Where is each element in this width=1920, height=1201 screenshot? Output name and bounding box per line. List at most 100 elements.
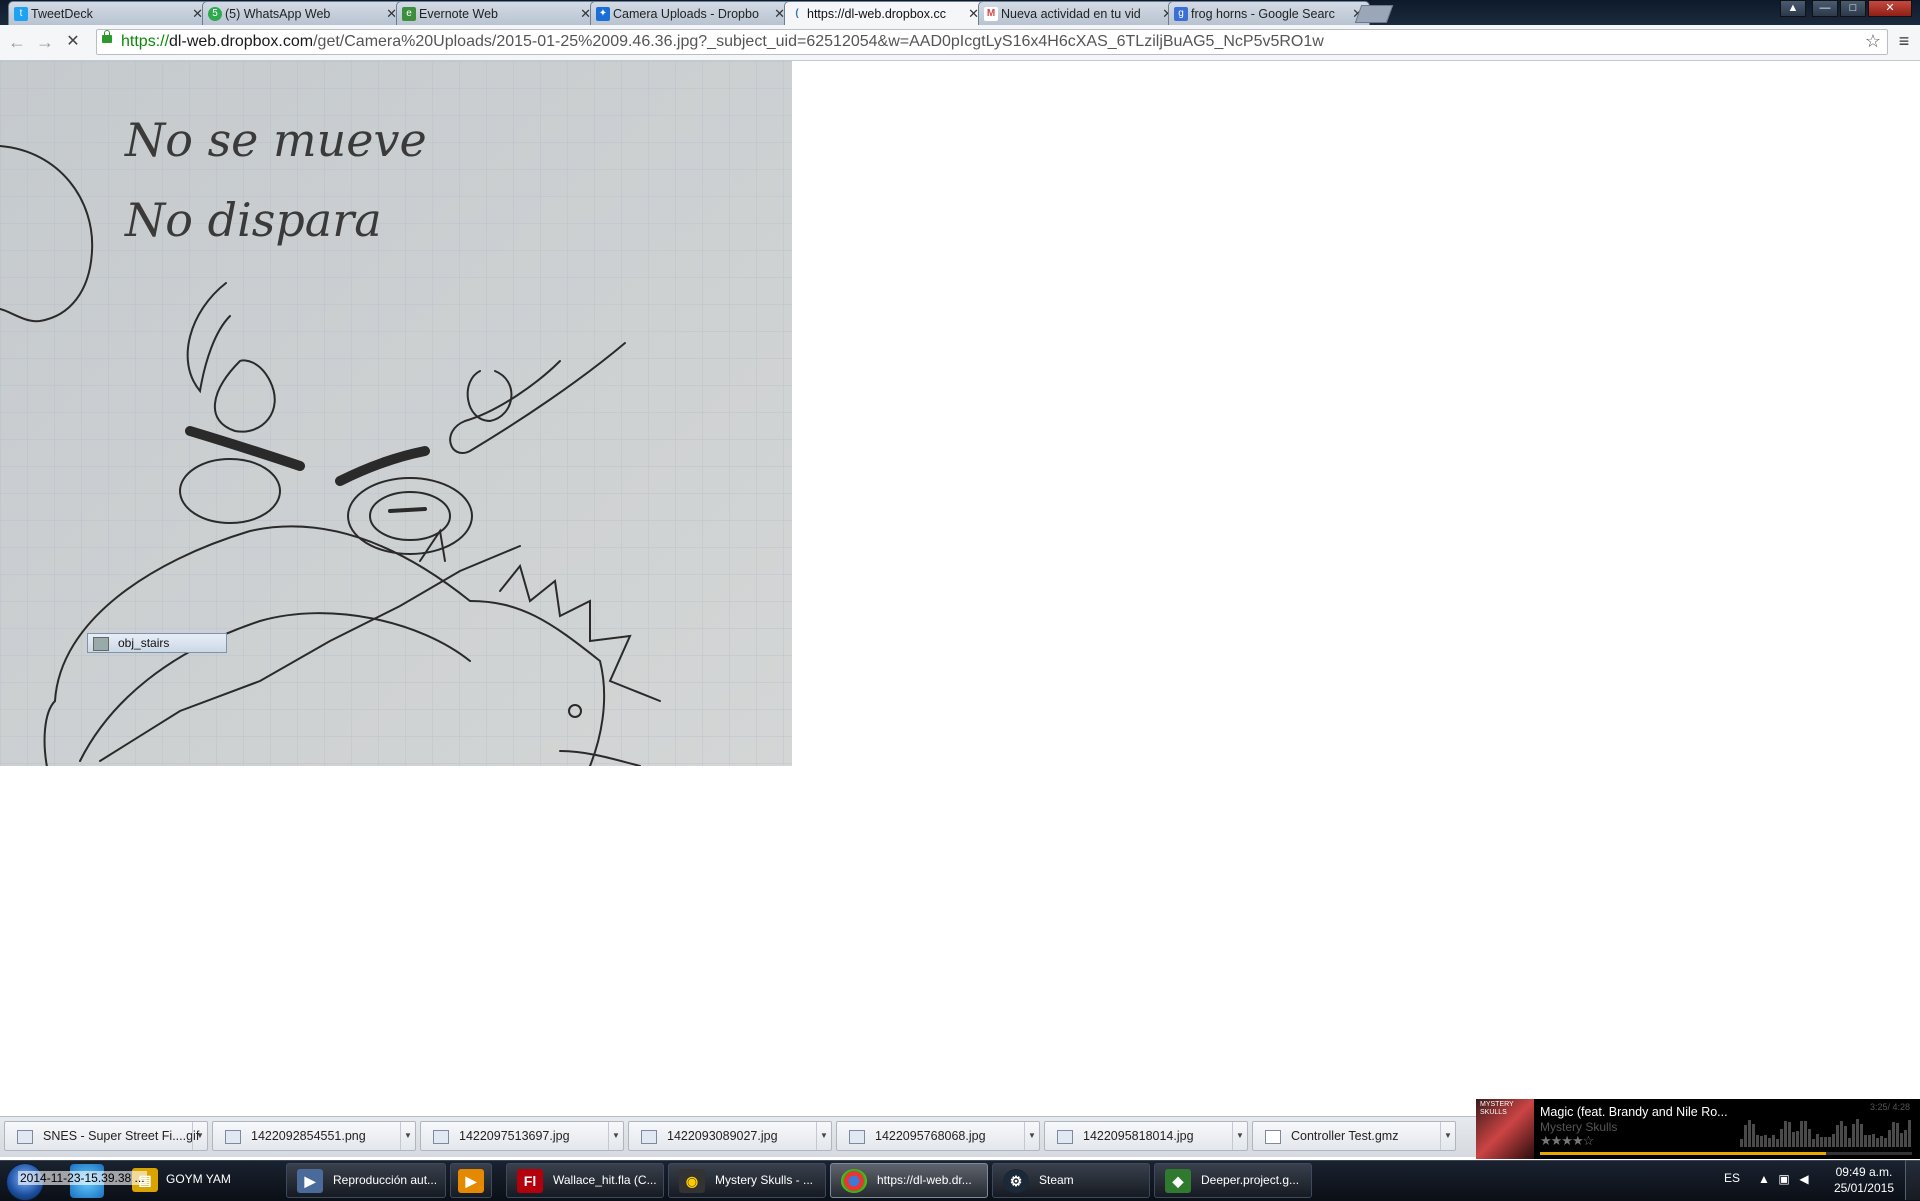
chrome-menu-icon[interactable]: ≡ [1893, 30, 1915, 52]
taskbar-item-label: Mystery Skulls - ... [715, 1173, 814, 1187]
taskbar-item-autoplay[interactable]: ▶ Reproducción aut... [286, 1163, 446, 1198]
download-item[interactable]: 1422095768068.jpg ▼ [836, 1121, 1040, 1151]
download-item[interactable]: 1422092854551.png ▼ [212, 1121, 416, 1151]
url-scheme: https:// [121, 33, 170, 50]
close-window-button[interactable]: ✕ [1868, 0, 1912, 17]
input-language[interactable]: ES [1724, 1171, 1740, 1185]
download-item[interactable]: SNES - Super Street Fi....gif ▼ [4, 1121, 208, 1151]
download-item[interactable]: Controller Test.gmz ▼ [1252, 1121, 1456, 1151]
user-icon[interactable]: ▲ [1780, 0, 1806, 17]
equalizer-bar [1880, 1136, 1883, 1147]
download-options-icon[interactable]: ▼ [1024, 1122, 1039, 1150]
taskbar-item-music-player[interactable]: ◉ Mystery Skulls - ... [668, 1163, 826, 1198]
equalizer-bar [1832, 1134, 1835, 1147]
chrome-icon: ◎ [841, 1169, 867, 1193]
equalizer-bar [1836, 1125, 1839, 1147]
taskbar-item-media-player[interactable]: ▶ [450, 1163, 492, 1198]
taskbar-item-chrome[interactable]: ◎ https://dl-web.dr... [830, 1163, 988, 1198]
equalizer-bar [1848, 1138, 1851, 1147]
equalizer-bar [1764, 1135, 1767, 1147]
taskbar-item-flash[interactable]: Fl Wallace_hit.fla (C... [506, 1163, 664, 1198]
stop-loading-button[interactable]: ✕ [62, 31, 84, 53]
jpg-file-icon [433, 1130, 449, 1144]
equalizer-bar [1796, 1131, 1799, 1147]
download-options-icon[interactable]: ▼ [400, 1122, 415, 1150]
network-icon[interactable]: ▣ [1778, 1173, 1790, 1185]
tab-strip: t TweetDeck ✕ 5 (5) WhatsApp Web ✕ e Eve… [0, 0, 1920, 26]
download-filename: 1422095768068.jpg [875, 1129, 986, 1143]
equalizer-bar [1744, 1125, 1747, 1147]
minimize-button[interactable]: — [1812, 0, 1838, 17]
equalizer-bar [1868, 1135, 1871, 1147]
download-item[interactable]: 1422093089027.jpg ▼ [628, 1121, 832, 1151]
download-options-icon[interactable]: ▼ [192, 1122, 207, 1150]
download-filename: 1422097513697.jpg [459, 1129, 570, 1143]
tab-gmail[interactable]: M Nueva actividad en tu vid ✕ [978, 1, 1180, 25]
download-options-icon[interactable]: ▼ [1440, 1122, 1455, 1150]
taskbar-item-game-maker[interactable]: ◆ Deeper.project.g... [1154, 1163, 1312, 1198]
jpg-file-icon [641, 1130, 657, 1144]
now-playing-widget[interactable]: MYSTERY SKULLS Magic (feat. Brandy and N… [1476, 1099, 1920, 1159]
tab-title: Nueva actividad en tu vid [1001, 7, 1141, 21]
secure-lock-icon [102, 30, 112, 43]
equalizer-bar [1812, 1139, 1815, 1147]
volume-icon[interactable]: ◀ [1798, 1173, 1810, 1185]
equalizer-bar [1776, 1139, 1779, 1147]
game-maker-icon: ◆ [1165, 1169, 1191, 1193]
download-item[interactable]: 1422095818014.jpg ▼ [1044, 1121, 1248, 1151]
download-filename: 1422095818014.jpg [1083, 1129, 1194, 1143]
tab-evernote[interactable]: e Evernote Web ✕ [396, 1, 598, 25]
equalizer-bar [1800, 1121, 1803, 1147]
tab-title: TweetDeck [31, 7, 93, 21]
google-favicon-icon: g [1174, 7, 1188, 21]
show-desktop-button[interactable] [1905, 1160, 1920, 1200]
png-file-icon [225, 1130, 241, 1144]
rating-stars[interactable]: ★★★★☆ [1540, 1133, 1594, 1149]
back-button[interactable]: ← [6, 31, 28, 53]
equalizer-bar [1824, 1137, 1827, 1147]
download-item[interactable]: 1422097513697.jpg ▼ [420, 1121, 624, 1151]
tooltip-label: obj_stairs [118, 636, 170, 650]
tab-google-search[interactable]: g frog horns - Google Searc ✕ [1168, 1, 1370, 25]
tab-dropbox-camera-uploads[interactable]: ✦ Camera Uploads - Dropbo ✕ [590, 1, 792, 25]
download-filename: SNES - Super Street Fi....gif [43, 1129, 200, 1143]
dropbox-favicon-icon: ✦ [596, 7, 610, 21]
tab-title: Evernote Web [419, 7, 498, 21]
download-options-icon[interactable]: ▼ [1232, 1122, 1247, 1150]
equalizer-bar [1856, 1119, 1859, 1147]
show-hidden-icons-icon[interactable]: ▲ [1758, 1173, 1770, 1185]
jpg-file-icon [849, 1130, 865, 1144]
url-path: /get/Camera%20Uploads/2015-01-25%2009.46… [313, 33, 1324, 50]
equalizer-bar [1748, 1120, 1751, 1147]
adobe-flash-icon: Fl [517, 1169, 543, 1193]
download-options-icon[interactable]: ▼ [816, 1122, 831, 1150]
download-options-icon[interactable]: ▼ [608, 1122, 623, 1150]
equalizer-bar [1792, 1132, 1795, 1147]
clock[interactable]: 09:49 a.m. 25/01/2015 [1834, 1164, 1894, 1196]
equalizer-bar [1892, 1122, 1895, 1147]
maximize-button[interactable]: □ [1840, 0, 1866, 17]
bookmark-star-icon[interactable]: ☆ [1862, 30, 1884, 52]
tab-dl-web-dropbox[interactable]: ( https://dl-web.dropbox.cc ✕ [784, 1, 986, 26]
track-progress-fill [1540, 1152, 1827, 1155]
new-tab-button[interactable] [1354, 5, 1394, 23]
equalizer-bar [1804, 1121, 1807, 1147]
track-progress-bar[interactable] [1540, 1152, 1912, 1155]
forward-button[interactable]: → [34, 31, 56, 53]
equalizer-bar [1888, 1130, 1891, 1147]
tab-tweetdeck[interactable]: t TweetDeck ✕ [8, 1, 210, 25]
equalizer-bar [1852, 1124, 1855, 1147]
drag-tooltip: obj_stairs [87, 633, 227, 653]
equalizer-bar [1840, 1121, 1843, 1147]
equalizer-bar [1772, 1135, 1775, 1147]
equalizer-bar [1860, 1124, 1863, 1147]
sketch-photo: No se mueve No dispara [0, 61, 792, 766]
address-bar[interactable]: https://dl-web.dropbox.com/get/Camera%20… [96, 29, 1888, 55]
overlay-filename-text: 2014-11-23-15.39.38 ... [18, 1171, 147, 1185]
tab-whatsapp[interactable]: 5 (5) WhatsApp Web ✕ [202, 1, 404, 25]
download-filename: 1422093089027.jpg [667, 1129, 778, 1143]
taskbar-item-steam[interactable]: ⚙ Steam [992, 1163, 1150, 1198]
track-title: Magic (feat. Brandy and Nile Ro... [1540, 1105, 1728, 1119]
image-viewer: No se mueve No dispara obj_stairs [0, 61, 792, 766]
url-host: dl-web.dropbox.com [169, 33, 314, 50]
